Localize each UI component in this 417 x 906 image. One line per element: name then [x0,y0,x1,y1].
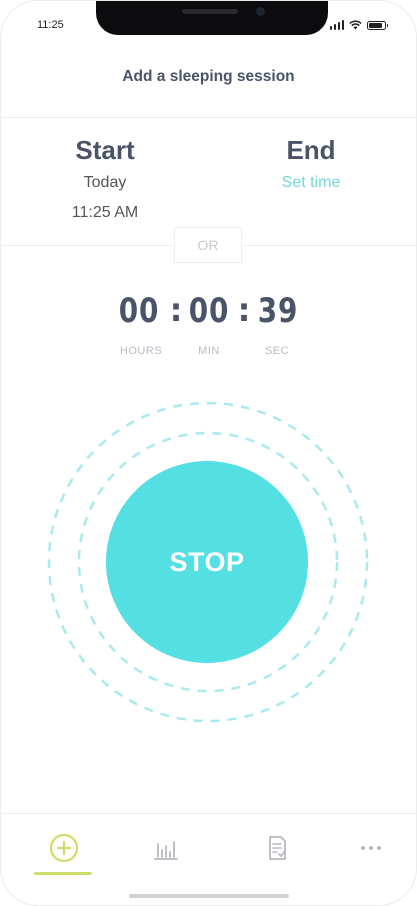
tab-more[interactable] [341,832,401,872]
front-camera [256,7,265,16]
tab-reports[interactable] [247,832,307,872]
timer-minutes: 00 [188,291,230,331]
stop-button[interactable]: STOP [106,461,308,663]
status-time: 11:25 [37,19,64,31]
more-icon [361,846,381,850]
bar-chart-icon [154,841,178,860]
plus-circle-icon [49,833,79,863]
active-tab-indicator [34,872,92,875]
battery-icon [367,20,388,30]
elapsed-timer: 00 : 00 : 39 [1,291,416,337]
wifi-icon [349,20,362,30]
seconds-unit-label: SEC [264,345,290,357]
timer-colon-2: : [237,291,251,329]
header-divider [1,117,416,118]
phone-screen: 11:25 Add a sleeping session Start Today… [0,0,417,906]
bottom-tab-bar [1,813,416,905]
start-day: Today [83,174,127,191]
home-indicator [129,894,289,898]
tab-statistics[interactable] [136,832,196,872]
report-icon [269,836,286,860]
timer-hours: 00 [118,291,160,331]
cellular-signal-icon [329,20,344,30]
start-time: 11:25 AM [71,204,139,221]
or-separator: OR [174,227,242,263]
minutes-unit-label: MIN [198,345,220,357]
set-time-link[interactable]: Set time [209,169,413,197]
status-icons [329,20,388,30]
timer-seconds: 39 [257,291,299,331]
end-section[interactable]: End Set time [209,133,413,197]
tab-add-session[interactable] [34,832,94,872]
device-notch [96,1,328,35]
start-label: Start [75,135,135,165]
timer-colon-1: : [169,291,183,329]
stop-button-label: STOP [169,546,245,577]
start-section[interactable]: Start Today 11:25 AM [1,133,209,227]
hours-unit-label: HOURS [119,345,163,357]
page-title: Add a sleeping session [122,68,295,85]
speaker-grille [182,9,238,14]
end-label: End [286,135,336,165]
